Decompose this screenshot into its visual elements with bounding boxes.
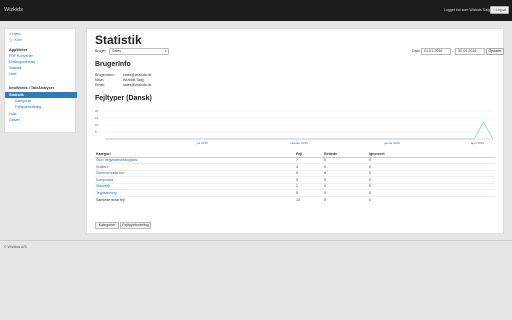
tab-fejltypefordeling[interactable]: Fejltypefordeling [120,222,151,229]
user-info-heading: BrugerInfo [95,61,131,68]
info-label-username: Brugernavn: [95,73,115,77]
login-status: Logget ind som Wizkids Salg [443,8,490,12]
table-row: Samlede antal fejl 13 0 0 [95,195,495,203]
x-tick-label: januar 2016 [383,141,400,145]
filter-label: Bruger [95,49,106,53]
logout-button[interactable]: ⎋ Log ud [489,6,509,14]
sidebar-item-home[interactable]: ⌂ Hjem [9,32,21,36]
y-tick-label: 5 [95,130,97,134]
info-label-email: Email: [95,83,105,87]
info-value-email: sales@wizkids.dk [123,83,152,87]
info-value-name: Wizkids Salg [123,78,144,82]
y-tick-label: 10 [95,123,99,127]
error-table: Kategori Fejl Rettede Ignoreret Stort be… [95,151,495,203]
update-button[interactable]: Opdater [486,48,504,55]
table-cell: 0 [368,195,495,203]
info-label-name: Navn: [95,78,105,82]
series-line [105,121,494,140]
sidebar-item-active[interactable]: Statistik [5,92,77,98]
x-tick-label: april 2016 [471,141,485,145]
sidebar-item-opsaet[interactable]: Opsæt [9,118,20,122]
table-cell: Samlede antal fejl [95,195,295,203]
error-chart: 20 15 10 5 juli 2015 oktober 2015 januar 2016 a… [95,109,494,145]
x-tick-label: oktober 2015 [290,141,308,145]
date-to-input[interactable]: 30-04-2016 [455,48,485,55]
table-cell: 13 [295,195,323,203]
footer-divider [0,240,512,241]
user-select-value: Sales [112,49,121,53]
table-cell: 0 [323,195,368,203]
y-tick-label: 15 [95,116,99,120]
sidebar-item-ordbog[interactable]: Ordbogsværktøj [9,60,35,64]
date-separator: – [452,49,454,53]
y-tick-label: 20 [95,109,99,113]
error-types-heading: Fejltyper (Dansk) [95,95,152,102]
sidebar-section-intowords: IntoWords / TaleAnalyser [9,86,55,90]
info-value-username: sales@wizkids.dk [123,73,152,77]
tab-kategorier[interactable]: Kategorier [95,222,119,229]
sidebar-item-statistik[interactable]: Statistik [9,66,22,70]
x-tick-label: juli 2015 [195,141,208,145]
sidebar-item-hold[interactable]: Hold [9,72,16,76]
page-title: Statistik [95,33,142,47]
footer-text: © Wizkids A/S [4,245,27,249]
user-select[interactable]: Sales ⇕ [109,48,169,55]
main-panel: Statistik Bruger Sales ⇕ Dato: 01-01-201… [86,28,504,234]
sidebar-item-kurv[interactable]: 🛒 Kurv [9,38,22,42]
brand-logo[interactable]: Wizkids [4,7,23,13]
sidebar-item-pdf[interactable]: PDF Konverter [9,54,33,58]
sidebar: ⌂ Hjem 🛒 Kurv AppWriter PDF Konverter Or… [4,28,77,133]
chevron-down-icon: ⇕ [164,49,167,53]
sidebar-item-hold2[interactable]: Hold [9,112,16,116]
top-navbar: Wizkids Logget ind som Wizkids Salg ⎋ Lo… [0,0,512,21]
sidebar-subitem-kategorier[interactable]: Kategorier [15,99,32,103]
sidebar-subitem-fejltype[interactable]: Fejltypefordeling [15,105,41,109]
date-from-input[interactable]: 01-01-2016 [421,48,451,55]
date-label: Dato: [412,49,421,53]
sidebar-section-appwriter: AppWriter [9,48,28,52]
